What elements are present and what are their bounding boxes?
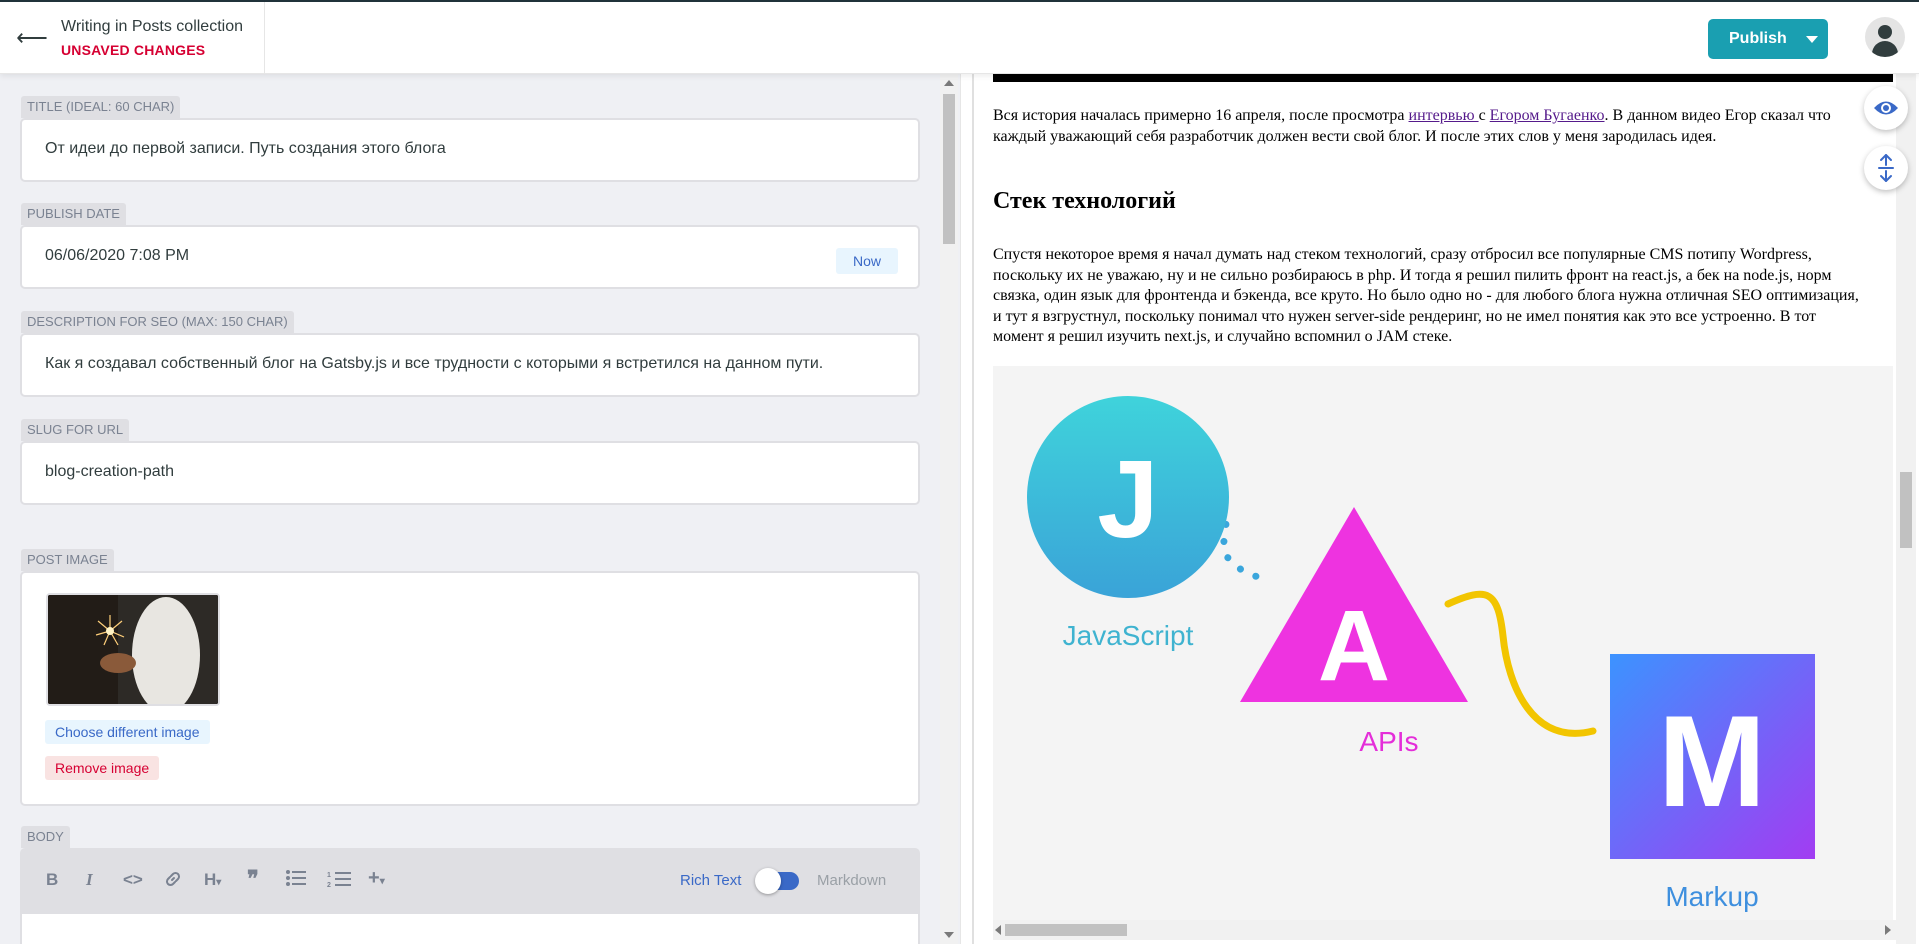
preview-vertical-scrollbar[interactable] (1896, 74, 1916, 944)
m-letter: M (1658, 688, 1766, 834)
apis-caption: APIs (1359, 726, 1418, 757)
description-field[interactable]: Как я создавал собственный блог на Gatsb… (20, 333, 920, 397)
publish-label: Publish (1729, 30, 1787, 47)
back-button[interactable]: ⟵ (0, 2, 64, 74)
preview-hscroll-thumb[interactable] (1005, 924, 1127, 936)
markdown-label[interactable]: Markdown (817, 872, 886, 889)
eye-icon (1874, 101, 1898, 115)
italic-icon[interactable]: I (86, 870, 93, 890)
preview-image-edge (993, 74, 1893, 82)
body-label: BODY (21, 826, 70, 848)
unsaved-status: UNSAVED CHANGES (61, 42, 206, 58)
toggle-knob (755, 868, 781, 894)
chevron-down-icon[interactable] (1806, 35, 1818, 43)
code-icon[interactable]: <> (123, 870, 143, 890)
scroll-right-arrow[interactable] (1885, 925, 1891, 935)
pane-divider[interactable] (960, 74, 976, 944)
preview-pane: Вся история началась примерно 16 апреля,… (976, 74, 1919, 944)
publish-button[interactable]: Publish (1708, 19, 1828, 59)
bold-icon[interactable]: B (46, 870, 58, 890)
a-letter: A (1318, 590, 1390, 702)
editor-pane: TITLE (IDEAL: 60 CHAR) От идеи до первой… (0, 74, 960, 944)
choose-image-button[interactable]: Choose different image (45, 720, 210, 744)
description-value[interactable]: Как я создавал собственный блог на Gatsb… (45, 355, 823, 373)
rich-text-label[interactable]: Rich Text (680, 872, 741, 889)
post-image-label: POST IMAGE (21, 549, 114, 571)
preview-heading: Стек технологий (993, 188, 1176, 214)
link-icon[interactable] (164, 870, 182, 893)
divider-line (972, 74, 974, 944)
intro-text-1: Вся история началась примерно 16 апреля,… (993, 107, 1409, 124)
scroll-down-arrow[interactable] (944, 932, 954, 938)
scroll-up-arrow[interactable] (944, 80, 954, 86)
editor-topbar: ⟵ Writing in Posts collection UNSAVED CH… (0, 0, 1919, 74)
toggle-preview-button[interactable] (1864, 86, 1908, 130)
title-value[interactable]: От идеи до первой записи. Путь создания … (45, 140, 446, 158)
svg-text:2: 2 (327, 882, 331, 888)
arrow-left-icon: ⟵ (16, 25, 48, 50)
collection-title: Writing in Posts collection (61, 18, 243, 35)
slug-value[interactable]: blog-creation-path (45, 463, 174, 481)
preview-stack-paragraph: Спустя некоторое время я начал думать на… (993, 246, 1859, 345)
user-icon (1878, 25, 1892, 39)
avatar[interactable] (1865, 17, 1905, 57)
j-letter: J (1097, 438, 1158, 561)
collection-info: Writing in Posts collection UNSAVED CHAN… (61, 18, 243, 58)
body-editor[interactable] (20, 914, 920, 944)
description-label: DESCRIPTION FOR SEO (MAX: 150 CHAR) (21, 311, 294, 333)
body-toolbar: B I <> H▾ ❞ 12 +▾ Rich Text Markdown (20, 848, 920, 914)
quote-icon[interactable]: ❞ (247, 866, 259, 892)
editor-mode-toggle[interactable] (755, 868, 799, 894)
topbar-divider (264, 2, 265, 74)
preview-horizontal-scrollbar[interactable] (993, 920, 1896, 940)
intro-text-2: с (1478, 107, 1490, 124)
user-icon-body (1872, 41, 1898, 57)
markup-caption: Markup (1665, 881, 1758, 912)
post-image-thumbnail[interactable] (46, 593, 220, 706)
publish-date-field[interactable]: 06/06/2020 7:08 PM Now (20, 225, 920, 289)
scroll-left-arrow[interactable] (995, 925, 1001, 935)
slug-field[interactable]: blog-creation-path (20, 441, 920, 505)
title-label: TITLE (IDEAL: 60 CHAR) (21, 96, 181, 118)
sync-scroll-button[interactable] (1864, 146, 1908, 190)
heading-icon[interactable]: H▾ (204, 870, 221, 890)
preview-scrollbar-thumb[interactable] (1900, 472, 1912, 548)
preview-intro-paragraph: Вся история началась примерно 16 апреля,… (993, 106, 1868, 147)
scrollbar-thumb[interactable] (943, 94, 955, 244)
post-image-field: Choose different image Remove image (20, 571, 920, 806)
slug-label: SLUG FOR URL (21, 419, 130, 441)
numbered-list-icon[interactable]: 12 (327, 870, 351, 893)
add-icon[interactable]: +▾ (368, 867, 385, 890)
svg-text:1: 1 (327, 872, 331, 879)
sync-scroll-icon (1878, 154, 1894, 182)
publish-date-value[interactable]: 06/06/2020 7:08 PM (45, 247, 189, 265)
author-link[interactable]: Егором Бугаенко (1490, 107, 1605, 124)
bulleted-list-icon[interactable] (286, 870, 306, 891)
now-button[interactable]: Now (836, 248, 898, 274)
remove-image-button[interactable]: Remove image (45, 756, 160, 780)
title-field[interactable]: От идеи до первой записи. Путь создания … (20, 118, 920, 182)
jamstack-image: J A M JavaScript APIs Markup (993, 366, 1893, 926)
interview-link[interactable]: интервью (1409, 107, 1479, 124)
publish-date-label: PUBLISH DATE (21, 203, 126, 225)
javascript-caption: JavaScript (1063, 620, 1194, 651)
editor-scrollbar[interactable] (940, 74, 958, 944)
